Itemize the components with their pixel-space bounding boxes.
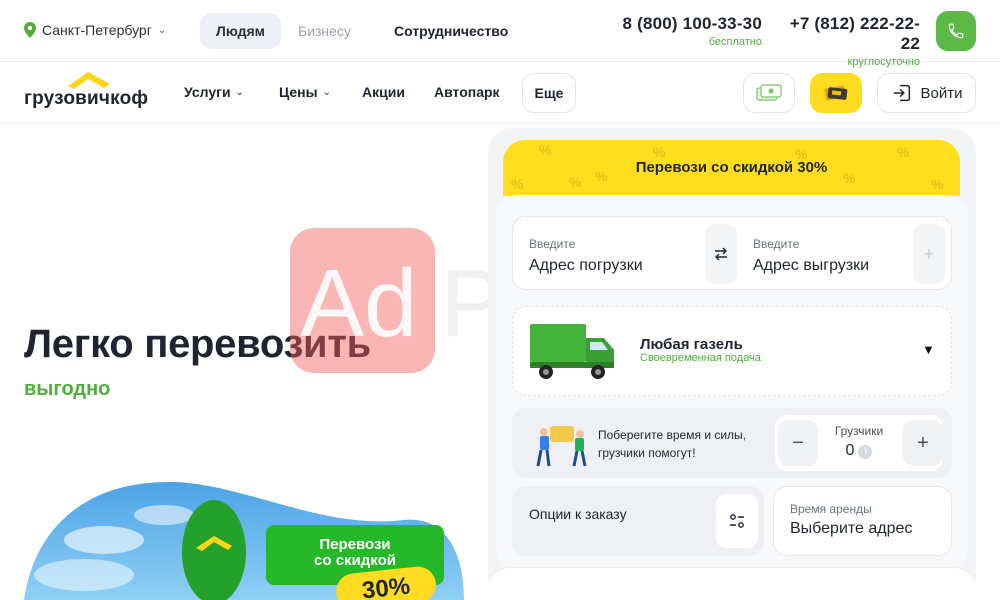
city-name: Санкт-Петербург xyxy=(42,22,152,38)
tab-people[interactable]: Людям xyxy=(200,13,282,49)
cashback-button[interactable] xyxy=(743,73,795,113)
nav-prices[interactable]: Цены ⌄ xyxy=(279,84,331,100)
call-button[interactable] xyxy=(936,11,976,51)
swap-addresses-button[interactable] xyxy=(705,224,737,284)
swap-icon xyxy=(715,247,727,261)
vehicle-subtitle: Своевременная подача xyxy=(640,352,761,364)
caret-down-icon[interactable]: ▼ xyxy=(922,342,935,357)
tab-cooperation[interactable]: Сотрудничество xyxy=(378,13,524,49)
main-nav: грузовичкоф Услуги ⌄ Цены ⌄ Акции Автопа… xyxy=(0,62,1000,124)
to-address-value: Адрес выгрузки xyxy=(753,257,870,274)
movers-label: Грузчики xyxy=(834,424,884,438)
tab-business[interactable]: Бизнесу xyxy=(282,13,367,49)
movers-increment-button[interactable]: + xyxy=(903,420,943,466)
discount-banner[interactable]: % % % % % % % % % Перевози со скидкой 30… xyxy=(503,140,960,196)
rent-time-label: Время аренды xyxy=(790,502,872,516)
top-bar: Санкт-Петербург ⌄ Людям Бизнесу Сотрудни… xyxy=(0,0,1000,68)
phone-note: бесплатно xyxy=(708,36,762,48)
movers-count: 0i xyxy=(822,442,896,460)
location-pin-icon xyxy=(24,22,36,38)
filter-icon xyxy=(730,514,744,528)
tickets-button[interactable] xyxy=(810,73,862,113)
login-button[interactable]: Войти xyxy=(877,73,976,113)
from-address-label: Введите xyxy=(529,237,576,251)
options-label: Опции к заказу xyxy=(529,506,627,522)
movers-illustration xyxy=(536,426,587,467)
nav-promotions[interactable]: Акции xyxy=(362,84,405,100)
money-icon xyxy=(756,84,782,101)
plus-icon: + xyxy=(923,243,935,264)
movers-decrement-button[interactable]: − xyxy=(778,420,818,466)
options-button[interactable] xyxy=(716,494,758,548)
promo-line: Перевози xyxy=(319,536,391,553)
nav-label: Услуги xyxy=(184,84,231,100)
phone-number: 8 (800) 100-33-30 xyxy=(622,14,762,33)
hero-subtitle: выгодно xyxy=(24,378,111,400)
login-icon xyxy=(893,84,910,102)
info-icon[interactable]: i xyxy=(858,445,873,459)
city-selector[interactable]: Санкт-Петербург ⌄ xyxy=(24,22,166,38)
add-stop-button[interactable]: + xyxy=(913,224,945,284)
to-address-label: Введите xyxy=(753,237,800,251)
to-address-field[interactable]: Введите Адрес выгрузки xyxy=(753,237,869,275)
from-address-field[interactable]: Введите Адрес погрузки xyxy=(529,237,643,275)
phone-icon xyxy=(948,23,964,39)
discount-text: Перевози со скидкой 30% xyxy=(635,159,828,176)
more-button[interactable]: Еще xyxy=(522,73,576,113)
movers-count-value: 0 xyxy=(845,442,855,459)
rent-time-value: Выберите адрес xyxy=(790,520,913,537)
vehicle-title: Любая газель xyxy=(640,336,743,353)
movers-text: Поберегите время и силы, грузчики помогу… xyxy=(598,428,747,460)
next-section-card xyxy=(488,568,976,600)
from-address-value: Адрес погрузки xyxy=(529,257,643,274)
chevron-down-icon: ⌄ xyxy=(322,86,331,98)
nav-services[interactable]: Услуги ⌄ xyxy=(184,84,244,100)
phone-number: +7 (812) 222-22-22 xyxy=(789,14,920,53)
nav-fleet[interactable]: Автопарк xyxy=(434,84,500,100)
logo[interactable]: грузовичкоф xyxy=(24,68,156,118)
logo-text: грузовичкоф xyxy=(24,88,149,109)
nav-label: Цены xyxy=(279,84,318,100)
chevron-down-icon: ⌄ xyxy=(235,86,244,98)
phone-free[interactable]: 8 (800) 100-33-30 бесплатно xyxy=(616,14,763,48)
ticket-icon xyxy=(824,85,848,101)
hero-title: Легко перевозить xyxy=(24,322,371,366)
truck-icon xyxy=(530,324,614,379)
login-label: Войти xyxy=(920,84,963,102)
chevron-down-icon: ⌄ xyxy=(157,24,167,36)
phone-city[interactable]: +7 (812) 222-22-22 круглосуточно xyxy=(776,14,920,68)
